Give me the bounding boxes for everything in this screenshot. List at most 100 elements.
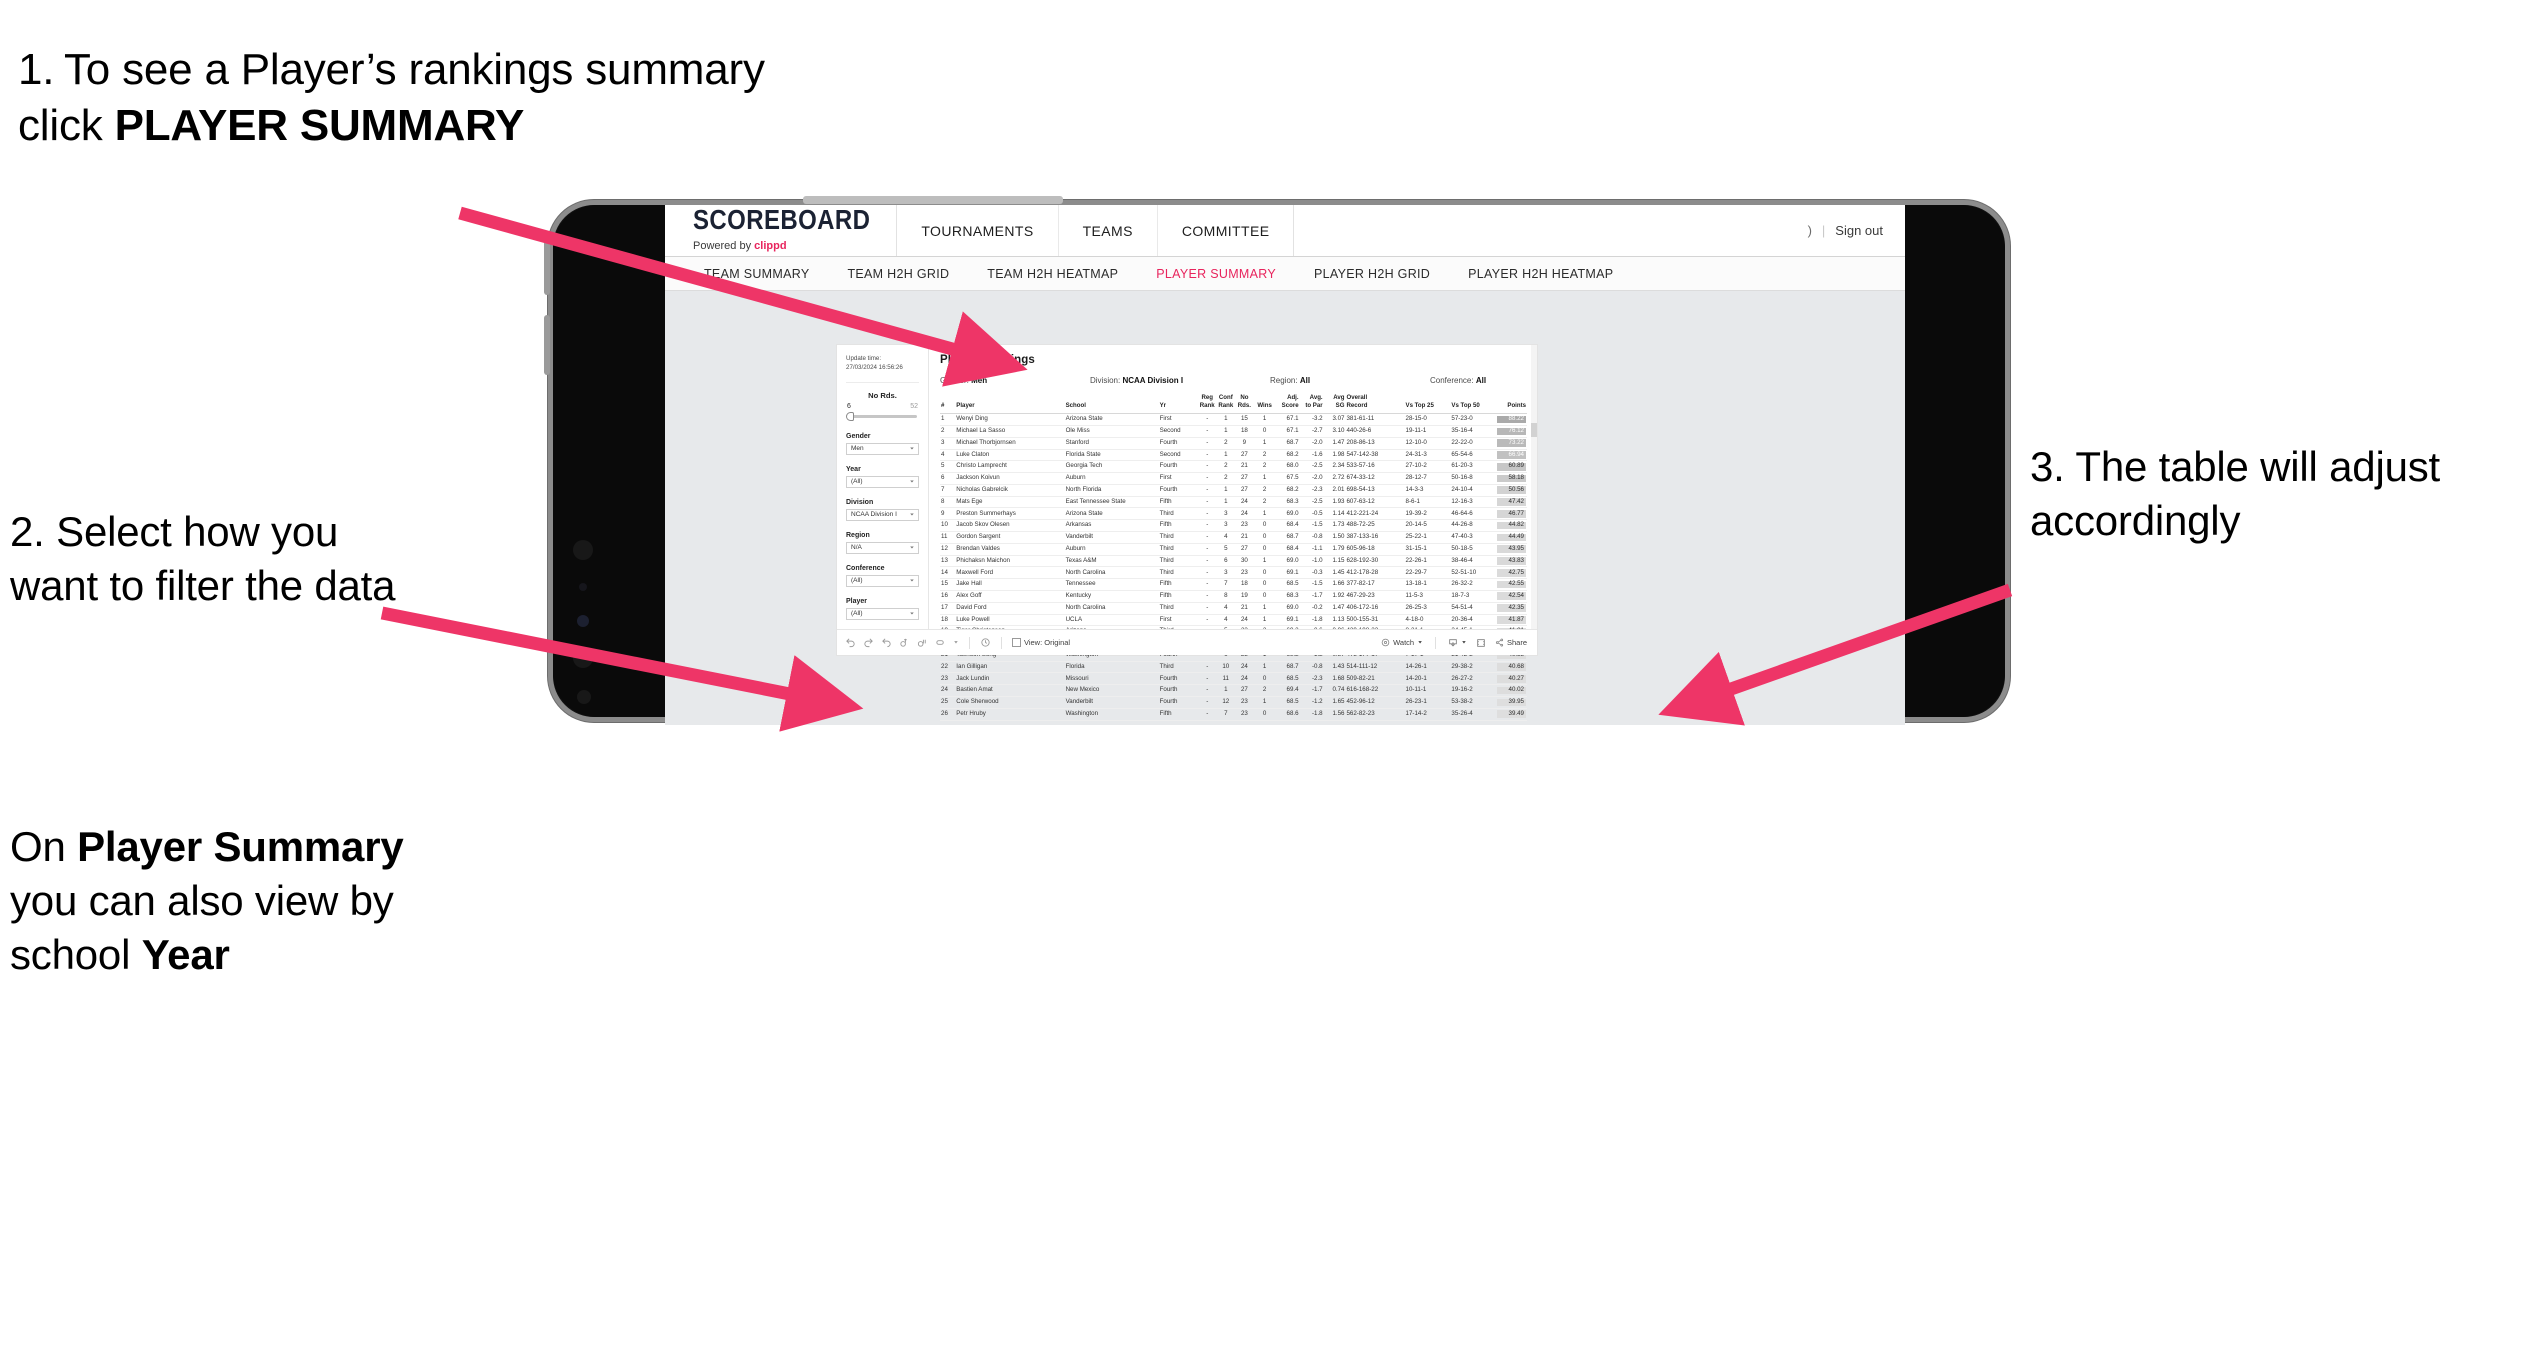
tablet-volume-down-button[interactable] <box>544 315 550 375</box>
cell-rec: 674-33-12 <box>1345 472 1405 485</box>
cell-avgpar: -2.5 <box>1299 496 1324 509</box>
cell-pts: 39.95 <box>1496 696 1527 709</box>
table-row[interactable]: 4 Luke Claton Florida State Second -1 27 2 68.2… <box>940 449 1527 462</box>
table-row[interactable]: 1 Wenyi Ding Arizona State First -1 15 1 67.1 -3… <box>940 413 1527 426</box>
tab-player-summary[interactable]: PLAYER SUMMARY <box>1137 267 1295 281</box>
table-row[interactable]: 26 Petr Hruby Washington Fifth -7 23 0 68.6 -1.8… <box>940 708 1527 721</box>
tablet-camera-icon <box>577 615 589 627</box>
cell-t50: 50-18-5 <box>1450 543 1497 556</box>
table-row[interactable]: 16 Alex Goff Kentucky Fifth -8 19 0 68.3 -1.7 1.9… <box>940 590 1527 603</box>
cell-adj: 68.3 <box>1275 590 1300 603</box>
table-row[interactable]: 7 Nicholas Gabrelcik North Florida Fourth -1… <box>940 484 1527 497</box>
chevron-down-icon[interactable]: ▼ <box>953 640 959 644</box>
tab-player-h2h-grid[interactable]: PLAYER H2H GRID <box>1295 267 1449 281</box>
points-value: 58.18 <box>1497 475 1526 483</box>
chevron-down-icon: ▼ <box>909 480 915 484</box>
table-row[interactable]: 24 Bastien Amat New Mexico Fourth -1 27 2 69.4-… <box>940 684 1527 697</box>
column-header-wins[interactable]: Wins <box>1253 394 1276 415</box>
column-header-rank[interactable]: # <box>940 394 956 415</box>
cell-pts: 60.89 <box>1496 460 1527 474</box>
filter-division-select[interactable]: NCAA Division I ▼ <box>846 508 919 521</box>
cell-avgpar: -0.3 <box>1299 566 1324 580</box>
refresh-icon[interactable] <box>899 637 910 648</box>
tab-team-h2h-grid[interactable]: TEAM H2H GRID <box>828 267 968 281</box>
cell-wins: 1 <box>1253 555 1276 568</box>
cell-wins: 1 <box>1253 472 1276 485</box>
tablet-volume-up-button[interactable] <box>544 235 550 295</box>
column-header-adj[interactable]: Adj. Score <box>1275 394 1300 415</box>
tab-team-h2h-heatmap[interactable]: TEAM H2H HEATMAP <box>968 267 1137 281</box>
filter-region-select[interactable]: N/A ▼ <box>846 541 919 554</box>
table-row[interactable]: 13 Phichaksn Maichon Texas A&M Third -6 30 1 69… <box>940 555 1527 568</box>
column-header-t50[interactable]: Vs Top 50 <box>1450 394 1497 415</box>
table-row[interactable]: 2 Michael La Sasso Ole Miss Second -1 18 0 67.1… <box>940 425 1527 438</box>
meta-division-value: NCAA Division I <box>1122 376 1184 385</box>
watch-button[interactable]: Watch ▼ <box>1381 638 1423 647</box>
table-row[interactable]: 5 Christo Lamprecht Georgia Tech Fourth -2 21… <box>940 460 1527 474</box>
view-original-button[interactable]: View: Original <box>1011 638 1070 647</box>
tab-team-summary[interactable]: TEAM SUMMARY <box>685 267 828 281</box>
cell-avgsg: 1.14 <box>1323 507 1346 521</box>
nav-item-tournaments[interactable]: TOURNAMENTS <box>897 205 1059 256</box>
table-row[interactable]: 8 Mats Ege East Tennessee State Fifth -1 24 2 6… <box>940 496 1527 509</box>
table-row[interactable]: 18 Luke Powell UCLA First -4 24 1 69.1 -1.8 1.13 5… <box>940 614 1527 627</box>
cell-school: Georgia Tech <box>1064 460 1159 474</box>
pause-auto-update-icon[interactable] <box>917 637 928 648</box>
table-row[interactable]: 3 Michael Thorbjornsen Stanford Fourth -2 9 1 6… <box>940 437 1527 450</box>
table-row[interactable]: 17 David Ford North Carolina Third -4 21 1 69.0… <box>940 602 1527 615</box>
column-header-pts[interactable]: Points <box>1496 394 1527 415</box>
sign-out-link[interactable]: Sign out <box>1835 223 1883 238</box>
scrollbar-thumb[interactable] <box>1531 423 1537 437</box>
column-header-reg[interactable]: Reg Rank <box>1197 394 1217 415</box>
table-row[interactable]: 25 Cole Sherwood Vanderbilt Fourth -12 23 1 68.… <box>940 696 1527 709</box>
cell-school: East Tennessee State <box>1064 496 1159 509</box>
share-button[interactable]: Share <box>1495 638 1527 647</box>
cell-avgsg: 1.43 <box>1323 661 1346 674</box>
table-row[interactable]: 10 Jacob Skov Olesen Arkansas Fifth -3 23 0 68.… <box>940 519 1527 533</box>
app-header-bar: SCOREBOARD Powered by clippd TOURNAMENTS… <box>665 205 1905 257</box>
table-row[interactable]: 22 Ian Gilligan Florida Third -10 24 1 68.7 -0.8… <box>940 661 1527 674</box>
column-header-nords[interactable]: No Rds. <box>1235 394 1254 415</box>
cell-t25: 11-5-3 <box>1404 590 1451 603</box>
revert-icon[interactable] <box>881 637 892 648</box>
slider-handle[interactable] <box>846 411 854 421</box>
tab-player-h2h-heatmap[interactable]: PLAYER H2H HEATMAP <box>1449 267 1632 281</box>
table-scrollbar[interactable] <box>1531 345 1537 655</box>
nav-item-committee[interactable]: COMMITTEE <box>1158 205 1295 256</box>
download-button[interactable]: ▼ <box>1448 638 1467 648</box>
column-header-school[interactable]: School <box>1064 394 1159 415</box>
table-row[interactable]: 11 Gordon Sargent Vanderbilt Third -4 21 0 68.7… <box>940 531 1527 544</box>
filter-gender-select[interactable]: Men ▼ <box>846 442 919 455</box>
update-time-block: Update time: 27/03/2024 16:56:26 <box>846 355 919 373</box>
column-header-player[interactable]: Player <box>955 394 1065 415</box>
cell-t50: 46-64-6 <box>1450 507 1497 521</box>
points-value: 60.89 <box>1497 463 1526 471</box>
column-header-yr[interactable]: Yr <box>1158 394 1198 415</box>
column-header-rec[interactable]: Overall Record <box>1345 394 1405 415</box>
column-header-avgpar[interactable]: Avg. to Par <box>1299 394 1324 415</box>
history-icon[interactable] <box>980 637 991 648</box>
cell-adj: 68.7 <box>1275 531 1300 544</box>
table-row[interactable]: 6 Jackson Koivun Auburn First -2 27 1 67.5 -2.0 2… <box>940 472 1527 485</box>
table-row[interactable]: 9 Preston Summerhays Arizona State Third -3 2… <box>940 507 1527 521</box>
cell-reg: - <box>1197 555 1217 568</box>
filter-conference-select[interactable]: (All) ▼ <box>846 574 919 587</box>
cell-reg: - <box>1197 484 1217 497</box>
filter-player-select[interactable]: (All) ▼ <box>846 607 919 620</box>
standings-panel: Player Standings Gender: Men Division: N… <box>929 345 1537 721</box>
table-row[interactable]: 15 Jake Hall Tennessee Fifth -7 18 0 68.5 -1.5 1.… <box>940 578 1527 591</box>
pan-icon[interactable] <box>935 637 946 648</box>
nav-item-teams[interactable]: TEAMS <box>1059 205 1158 256</box>
column-header-avgsg[interactable]: Avg SG <box>1323 394 1346 415</box>
table-row[interactable]: 23 Jack Lundin Missouri Fourth -11 24 0 68.5 -2.… <box>940 672 1527 686</box>
redo-icon[interactable] <box>863 637 874 648</box>
table-row[interactable]: 12 Brendan Valdes Auburn Third -5 27 0 68.4 -1.1… <box>940 543 1527 556</box>
table-row[interactable]: 14 Maxwell Ford North Carolina Third -3 23 0 69… <box>940 566 1527 580</box>
fullscreen-icon[interactable] <box>1476 638 1486 648</box>
column-header-t25[interactable]: Vs Top 25 <box>1404 394 1451 415</box>
filter-year-select[interactable]: (All) ▼ <box>846 475 919 488</box>
undo-icon[interactable] <box>845 637 856 648</box>
no-rounds-slider[interactable] <box>846 411 919 421</box>
column-header-conf[interactable]: Conf Rank <box>1216 394 1236 415</box>
cell-school: Auburn <box>1064 543 1159 556</box>
